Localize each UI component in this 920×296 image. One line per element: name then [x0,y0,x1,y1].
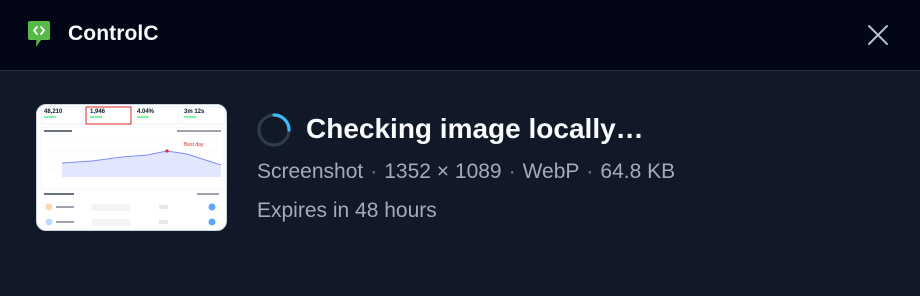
header-bar: ControlC [0,0,920,71]
meta-separator: · [508,160,516,183]
close-button[interactable] [864,21,892,49]
thumbnail-preview-image: 48,210 1,946 4.04% 3m 12s Best day [37,105,226,230]
meta-type: Screenshot [257,160,364,183]
meta-separator: · [370,160,378,183]
loading-spinner-icon [257,113,291,147]
close-icon [868,25,888,45]
thumb-annotation: Best day [184,142,204,148]
controlc-logo-icon [28,21,50,47]
thumb-stat-3: 4.04% [137,109,155,115]
file-meta: Screenshot · 1352 × 1089 · WebP · 64.8 KB [257,160,675,184]
meta-dimensions: 1352 × 1089 [384,160,502,183]
status-title: Checking image locally… [306,113,644,144]
thumb-stat-1: 48,210 [44,109,63,115]
meta-size: 64.8 KB [600,160,676,183]
app-title: ControlC [68,22,159,45]
expiry-text: Expires in 48 hours [257,199,437,222]
image-thumbnail: 48,210 1,946 4.04% 3m 12s Best day [36,104,227,231]
meta-format: WebP [522,160,580,183]
thumb-stat-4: 3m 12s [184,109,205,115]
meta-separator: · [586,160,594,183]
thumb-stat-2: 1,946 [90,109,106,115]
